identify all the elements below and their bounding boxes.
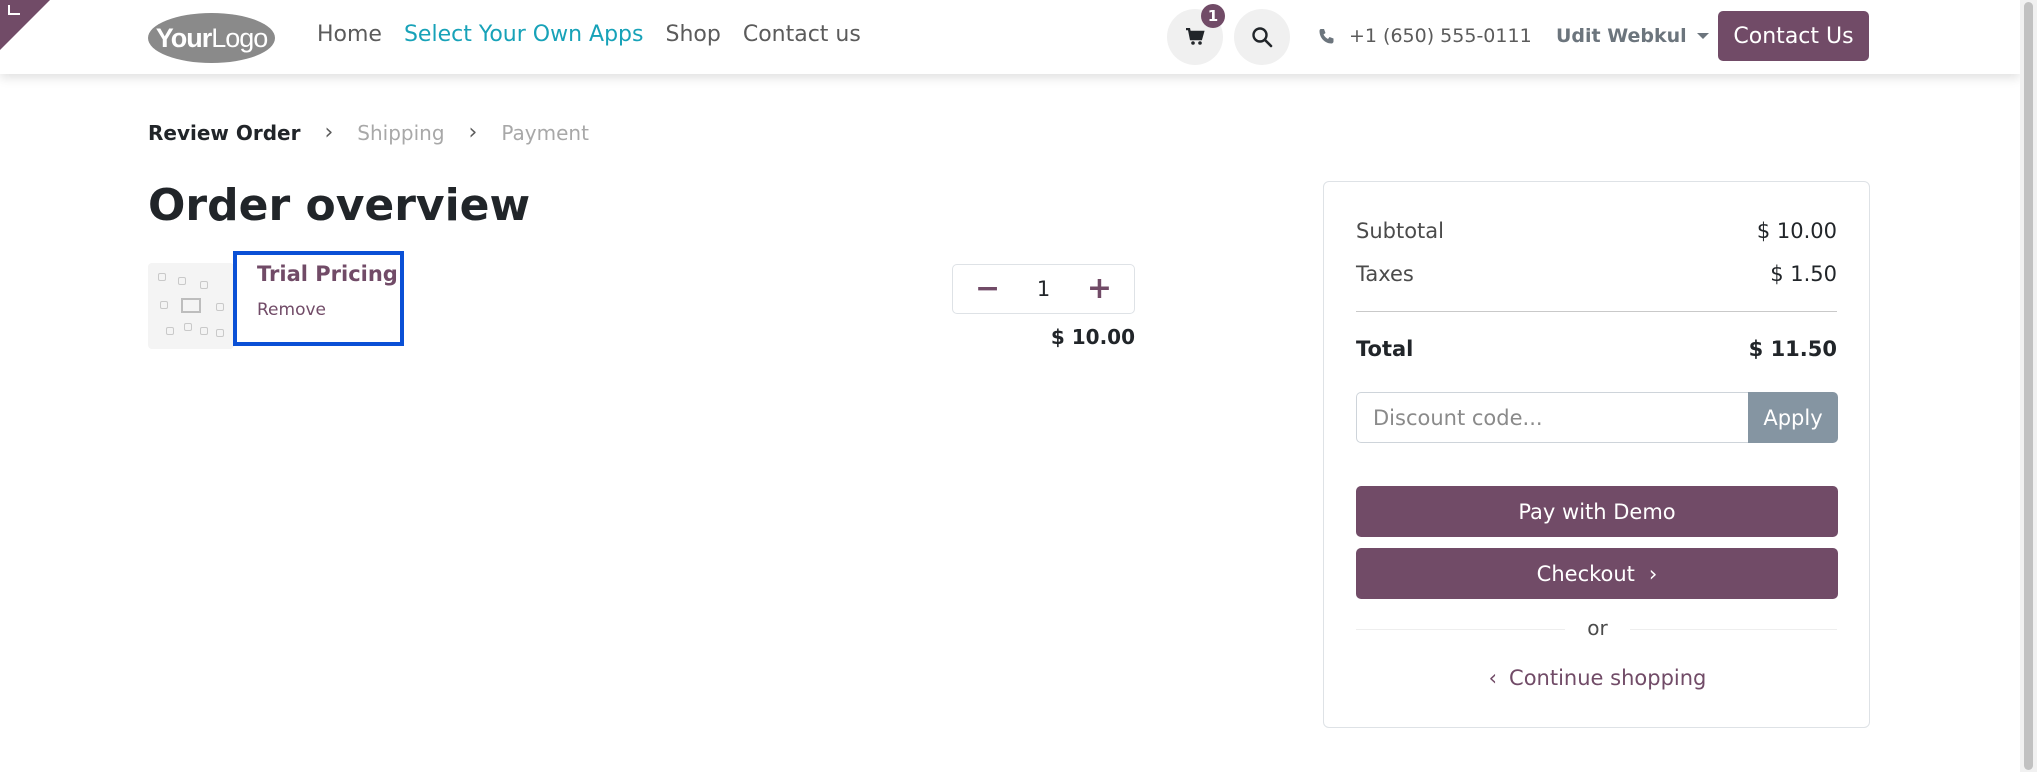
cart-button[interactable]: 1: [1167, 4, 1225, 65]
apply-button[interactable]: Apply: [1748, 392, 1838, 443]
breadcrumb-shipping: Shipping: [357, 120, 445, 145]
pay-with-demo-label: Pay with Demo: [1518, 499, 1676, 524]
quantity-stepper: − 1 +: [952, 264, 1135, 314]
phone-number: +1 (650) 555-0111: [1349, 25, 1532, 47]
taxes-value: $ 1.50: [1770, 262, 1837, 286]
cart-icon: [1186, 28, 1205, 45]
cart-count-badge: 1: [1201, 4, 1225, 28]
chevron-left-icon: ‹: [1488, 666, 1498, 690]
continue-shopping-label: Continue shopping: [1509, 666, 1707, 690]
or-separator: or: [1324, 616, 1871, 640]
total-row: Total $ 11.50: [1356, 337, 1837, 361]
user-name: Udit Webkul: [1556, 25, 1687, 47]
main-nav: Home Select Your Own Apps Shop Contact u…: [317, 22, 861, 47]
search-icon: [1252, 27, 1273, 48]
pay-with-demo-button[interactable]: Pay with Demo: [1356, 486, 1838, 537]
image-placeholder-icon: [181, 298, 201, 313]
checkout-breadcrumb: Review Order › Shipping › Payment: [148, 120, 589, 145]
logo[interactable]: Your Logo: [148, 13, 275, 63]
subtotal-label: Subtotal: [1356, 219, 1444, 243]
remove-link[interactable]: Remove: [257, 300, 400, 320]
line-price: $ 10.00: [1050, 325, 1135, 349]
checkout-button[interactable]: Checkout ›: [1356, 548, 1838, 599]
nav-home[interactable]: Home: [317, 22, 382, 47]
taxes-row: Taxes $ 1.50: [1356, 262, 1837, 286]
scrollbar-thumb[interactable]: [2024, 2, 2033, 770]
nav-shop[interactable]: Shop: [665, 22, 720, 47]
chevron-right-icon: ›: [324, 120, 334, 145]
phone-link[interactable]: +1 (650) 555-0111: [1318, 25, 1532, 47]
product-name-link[interactable]: Trial Pricing: [257, 262, 400, 286]
quantity-input[interactable]: 1: [1037, 277, 1050, 301]
plus-icon[interactable]: +: [1087, 274, 1112, 304]
subtotal-value: $ 10.00: [1756, 219, 1837, 243]
product-thumbnail[interactable]: [148, 263, 234, 349]
total-label: Total: [1356, 337, 1414, 361]
subtotal-row: Subtotal $ 10.00: [1356, 219, 1837, 243]
chevron-right-icon: ›: [1648, 561, 1658, 586]
caret-down-icon: [1696, 33, 1709, 39]
minus-icon[interactable]: −: [975, 274, 1000, 304]
breadcrumb-payment: Payment: [501, 120, 589, 145]
product-info: Trial Pricing Remove: [233, 251, 404, 346]
nav-select-apps[interactable]: Select Your Own Apps: [404, 22, 644, 47]
user-menu[interactable]: Udit Webkul: [1556, 25, 1709, 47]
summary-divider: [1356, 311, 1837, 312]
discount-code-input[interactable]: [1356, 392, 1748, 443]
header: Your Logo Home Select Your Own Apps Shop …: [0, 0, 2020, 74]
phone-icon: [1319, 28, 1334, 43]
vertical-scrollbar[interactable]: [2020, 0, 2037, 772]
taxes-label: Taxes: [1356, 262, 1414, 286]
page-title: Order overview: [148, 180, 531, 231]
discount-form: Apply: [1356, 392, 1838, 443]
total-value: $ 11.50: [1748, 337, 1837, 361]
breadcrumb-review-order[interactable]: Review Order: [148, 121, 300, 145]
continue-shopping-link[interactable]: ‹ Continue shopping: [1324, 666, 1871, 690]
chevron-right-icon: ›: [468, 120, 478, 145]
search-button[interactable]: [1234, 9, 1290, 65]
corner-icon: [8, 5, 20, 15]
contact-us-button[interactable]: Contact Us: [1718, 11, 1869, 61]
or-label: or: [1565, 616, 1630, 640]
order-summary-card: Subtotal $ 10.00 Taxes $ 1.50 Total $ 11…: [1323, 181, 1870, 728]
checkout-label: Checkout: [1536, 561, 1635, 586]
nav-contact[interactable]: Contact us: [743, 22, 861, 47]
